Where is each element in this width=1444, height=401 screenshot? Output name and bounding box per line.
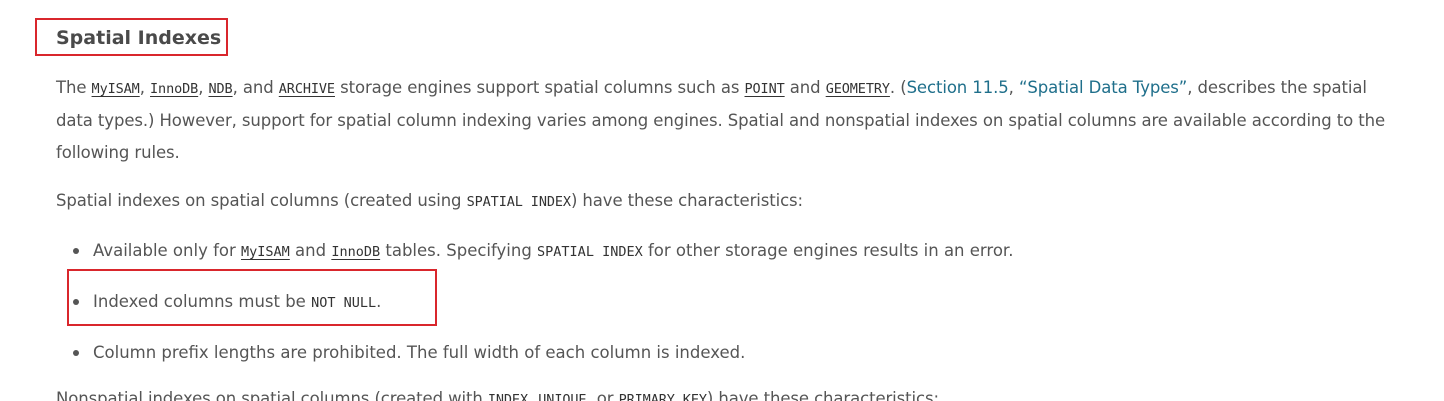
myisam-link[interactable]: MyISAM [92,81,140,97]
myisam-link[interactable]: MyISAM [241,244,290,260]
innodb-link[interactable]: InnoDB [150,81,198,97]
section-heading: Spatial Indexes [56,27,222,49]
text: , [1008,78,1019,97]
code-unique: UNIQUE [538,392,587,401]
ndb-link[interactable]: NDB [208,81,232,97]
text: . ( [889,78,907,97]
text: and [784,78,826,97]
point-link[interactable]: POINT [745,81,785,97]
list-item: Column prefix lengths are prohibited. Th… [56,336,1356,387]
text: , and [232,78,279,97]
text: The [56,78,92,97]
code-spatial-index: SPATIAL INDEX [466,194,571,210]
text: storage engines support spatial columns … [334,78,745,97]
text: ) have these characteristics: [706,389,939,401]
text: Available only for [93,241,242,260]
bullet-highlight-box [67,269,437,326]
text: , [139,78,151,97]
nonspatial-index-paragraph: Nonspatial indexes on spatial columns (c… [56,383,1356,401]
text: tables. Specifying [380,241,538,260]
code-spatial-index: SPATIAL INDEX [537,244,643,260]
text: Spatial indexes on spatial columns (crea… [56,191,467,210]
text: Column prefix lengths are prohibited. Th… [93,343,746,362]
spatial-data-types-link[interactable]: “Spatial Data Types” [1019,78,1187,97]
innodb-link[interactable]: InnoDB [331,244,380,260]
text: , [527,389,539,401]
text: , [198,78,209,97]
geometry-link[interactable]: GEOMETRY [826,81,890,97]
text: for other storage engines results in an … [642,241,1014,260]
spatial-index-paragraph: Spatial indexes on spatial columns (crea… [56,185,1356,218]
text: ) have these characteristics: [570,191,804,210]
code-primary-key: PRIMARY KEY [618,392,707,401]
text: and [289,241,332,260]
bullet-icon [73,248,79,254]
text: , or [586,389,619,401]
archive-link[interactable]: ARCHIVE [279,81,335,97]
bullet-icon [73,350,79,356]
intro-paragraph: The MyISAM, InnoDB, NDB, and ARCHIVE sto… [56,72,1386,169]
section-link[interactable]: Section 11.5 [907,78,1009,97]
text: Nonspatial indexes on spatial columns (c… [56,389,488,401]
code-index: INDEX [487,392,528,401]
